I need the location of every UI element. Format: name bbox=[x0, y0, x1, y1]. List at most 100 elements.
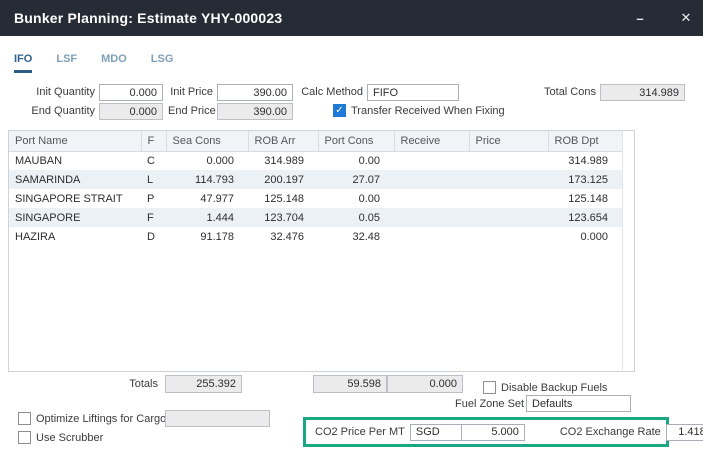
cell-receive bbox=[394, 170, 469, 189]
col-function[interactable]: F bbox=[141, 131, 166, 151]
col-rob-arr[interactable]: ROB Arr bbox=[248, 131, 318, 151]
transfer-received-checkbox[interactable]: ✓ bbox=[333, 104, 346, 117]
cell-function: C bbox=[141, 151, 166, 170]
cell-port-name: SINGAPORE bbox=[9, 208, 141, 227]
cell-port-cons: 0.05 bbox=[318, 208, 394, 227]
total-cons-label: Total Cons bbox=[535, 84, 596, 101]
titlebar: Bunker Planning: Estimate YHY-000023 – ✕ bbox=[0, 0, 703, 36]
optimize-liftings-field bbox=[165, 410, 270, 427]
init-price-field[interactable] bbox=[217, 84, 293, 101]
fuel-zone-set-label: Fuel Zone Set bbox=[455, 396, 522, 413]
fuel-zone-set-field[interactable] bbox=[526, 395, 631, 412]
cell-function: L bbox=[141, 170, 166, 189]
co2-exchange-rate-field[interactable] bbox=[666, 424, 703, 441]
total-cons-field bbox=[600, 84, 685, 101]
disable-backup-fuels-label: Disable Backup Fuels bbox=[501, 381, 607, 395]
col-price[interactable]: Price bbox=[469, 131, 548, 151]
end-price-label: End Price bbox=[168, 103, 213, 120]
cell-rob-arr: 200.197 bbox=[248, 170, 318, 189]
cell-port-cons: 32.48 bbox=[318, 227, 394, 246]
cell-function: P bbox=[141, 189, 166, 208]
close-icon[interactable]: ✕ bbox=[669, 0, 703, 36]
co2-currency-field[interactable] bbox=[410, 424, 462, 441]
calc-method-label: Calc Method bbox=[300, 84, 363, 101]
cell-receive bbox=[394, 227, 469, 246]
fuel-tabs: IFO LSF MDO LSG bbox=[14, 53, 173, 73]
init-price-label: Init Price bbox=[168, 84, 213, 101]
cell-receive bbox=[394, 151, 469, 170]
table-row[interactable]: SINGAPORE F 1.444 123.704 0.05 123.654 bbox=[9, 208, 622, 227]
totals-port-cons-field bbox=[313, 375, 387, 393]
init-quantity-field[interactable] bbox=[99, 84, 163, 101]
cell-rob-dpt: 0.000 bbox=[548, 227, 622, 246]
dialog-title: Bunker Planning: Estimate YHY-000023 bbox=[0, 10, 282, 26]
tab-lsf[interactable]: LSF bbox=[56, 53, 77, 73]
cell-rob-dpt: 173.125 bbox=[548, 170, 622, 189]
cell-rob-dpt: 123.654 bbox=[548, 208, 622, 227]
cell-port-name: MAUBAN bbox=[9, 151, 141, 170]
tab-lsg[interactable]: LSG bbox=[151, 53, 174, 73]
table-header-row: Port Name F Sea Cons ROB Arr Port Cons R… bbox=[9, 131, 622, 151]
calc-method-field[interactable] bbox=[367, 84, 459, 101]
cell-price bbox=[469, 170, 548, 189]
cell-sea-cons: 47.977 bbox=[166, 189, 248, 208]
cell-price bbox=[469, 189, 548, 208]
co2-highlight-box: CO2 Price Per MT CO2 Exchange Rate bbox=[303, 417, 669, 447]
optimize-liftings-checkbox[interactable] bbox=[18, 412, 31, 425]
totals-sea-cons-field bbox=[165, 375, 242, 393]
co2-exchange-rate-label: CO2 Exchange Rate bbox=[560, 426, 661, 438]
cell-port-cons: 0.00 bbox=[318, 151, 394, 170]
col-receive[interactable]: Receive bbox=[394, 131, 469, 151]
cell-sea-cons: 1.444 bbox=[166, 208, 248, 227]
cell-price bbox=[469, 208, 548, 227]
disable-backup-fuels-checkbox[interactable] bbox=[483, 381, 496, 394]
end-price-field bbox=[217, 103, 293, 120]
cell-rob-dpt: 314.989 bbox=[548, 151, 622, 170]
col-rob-dpt[interactable]: ROB Dpt bbox=[548, 131, 622, 151]
tab-mdo[interactable]: MDO bbox=[101, 53, 127, 73]
table-row[interactable]: SINGAPORE STRAIT P 47.977 125.148 0.00 1… bbox=[9, 189, 622, 208]
tab-ifo[interactable]: IFO bbox=[14, 53, 32, 73]
cell-port-cons: 27.07 bbox=[318, 170, 394, 189]
table-row[interactable]: HAZIRA D 91.178 32.476 32.48 0.000 bbox=[9, 227, 622, 246]
cell-price bbox=[469, 227, 548, 246]
end-quantity-label: End Quantity bbox=[20, 103, 95, 120]
end-quantity-field bbox=[99, 103, 163, 120]
cell-sea-cons: 114.793 bbox=[166, 170, 248, 189]
co2-price-per-mt-label: CO2 Price Per MT bbox=[315, 426, 405, 438]
cell-sea-cons: 91.178 bbox=[166, 227, 248, 246]
cell-sea-cons: 0.000 bbox=[166, 151, 248, 170]
cell-receive bbox=[394, 189, 469, 208]
cell-receive bbox=[394, 208, 469, 227]
table-row[interactable]: MAUBAN C 0.000 314.989 0.00 314.989 bbox=[9, 151, 622, 170]
optimize-liftings-label: Optimize Liftings for Cargo: bbox=[36, 412, 169, 426]
cell-port-cons: 0.00 bbox=[318, 189, 394, 208]
co2-price-field[interactable] bbox=[461, 424, 525, 441]
cell-function: D bbox=[141, 227, 166, 246]
ports-table: Port Name F Sea Cons ROB Arr Port Cons R… bbox=[8, 130, 635, 372]
use-scrubber-checkbox[interactable] bbox=[18, 431, 31, 444]
transfer-received-label: Transfer Received When Fixing bbox=[351, 104, 505, 118]
check-icon: ✓ bbox=[335, 106, 343, 116]
col-port-name[interactable]: Port Name bbox=[9, 131, 141, 151]
table-scrollbar[interactable] bbox=[622, 131, 634, 371]
cell-rob-arr: 314.989 bbox=[248, 151, 318, 170]
table-row[interactable]: SAMARINDA L 114.793 200.197 27.07 173.12… bbox=[9, 170, 622, 189]
cell-price bbox=[469, 151, 548, 170]
bunker-planning-dialog: Bunker Planning: Estimate YHY-000023 – ✕… bbox=[0, 0, 703, 449]
cell-port-name: HAZIRA bbox=[9, 227, 141, 246]
minimize-icon[interactable]: – bbox=[623, 0, 657, 36]
totals-label: Totals bbox=[108, 376, 158, 393]
cell-rob-arr: 123.704 bbox=[248, 208, 318, 227]
col-sea-cons[interactable]: Sea Cons bbox=[166, 131, 248, 151]
window-controls: – ✕ bbox=[623, 0, 703, 36]
cell-port-name: SINGAPORE STRAIT bbox=[9, 189, 141, 208]
col-port-cons[interactable]: Port Cons bbox=[318, 131, 394, 151]
totals-receive-field bbox=[387, 375, 463, 393]
use-scrubber-label: Use Scrubber bbox=[36, 431, 103, 445]
init-quantity-label: Init Quantity bbox=[20, 84, 95, 101]
cell-rob-arr: 32.476 bbox=[248, 227, 318, 246]
cell-rob-dpt: 125.148 bbox=[548, 189, 622, 208]
cell-port-name: SAMARINDA bbox=[9, 170, 141, 189]
cell-rob-arr: 125.148 bbox=[248, 189, 318, 208]
